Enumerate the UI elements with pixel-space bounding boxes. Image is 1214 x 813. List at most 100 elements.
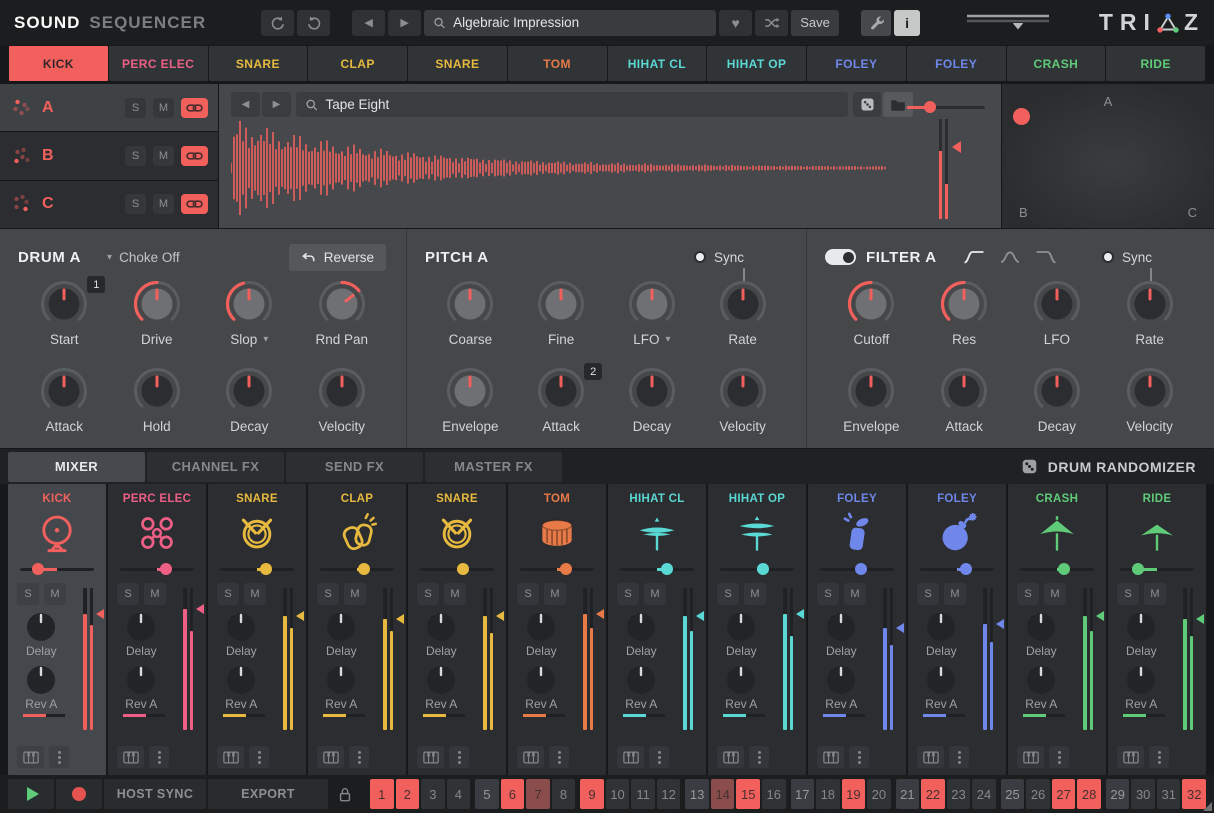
channel-menu-button[interactable]	[749, 746, 769, 768]
preset-search-input[interactable]	[453, 15, 707, 30]
pattern-cell-3[interactable]: 3	[421, 779, 445, 809]
mixer-channel-snare[interactable]: SNARESMDelayRev A	[408, 484, 506, 775]
tab-channel-fx[interactable]: CHANNEL FX	[147, 452, 284, 482]
redo-button[interactable]	[297, 10, 330, 36]
play-button[interactable]	[8, 779, 54, 809]
fx-send-knob[interactable]	[24, 610, 58, 644]
meter-marker-icon[interactable]	[896, 623, 904, 633]
pan-handle[interactable]	[457, 563, 469, 575]
attack-knob[interactable]	[932, 362, 996, 422]
random-sample-button[interactable]	[853, 92, 881, 117]
coarse-knob[interactable]	[438, 275, 502, 335]
channel-mute-button[interactable]: M	[244, 583, 266, 605]
drum-pad-foley[interactable]: FOLEY	[807, 46, 906, 81]
channel-mute-button[interactable]: M	[1044, 583, 1066, 605]
layer-xy-pad[interactable]: A B C	[1001, 84, 1214, 228]
host-sync-button[interactable]: HOST SYNC	[104, 779, 206, 809]
favorite-button[interactable]: ♥	[719, 10, 752, 36]
mixer-channel-kick[interactable]: KICKSMDelayRev A	[8, 484, 106, 775]
pan-slider[interactable]	[420, 563, 494, 575]
layer-link-button[interactable]	[181, 146, 208, 166]
sample-prev-button[interactable]: ◀	[231, 92, 260, 117]
pattern-cell-2[interactable]: 2	[396, 779, 420, 809]
mixer-channel-tom[interactable]: TOMSMDelayRev A	[508, 484, 606, 775]
bandpass-filter-icon[interactable]	[999, 250, 1021, 264]
channel-menu-button[interactable]	[349, 746, 369, 768]
pattern-cell-25[interactable]: 25	[1001, 779, 1025, 809]
fx-send-knob[interactable]	[524, 663, 558, 697]
lowpass-filter-icon[interactable]	[1035, 250, 1057, 264]
pan-slider[interactable]	[620, 563, 694, 575]
tilt-eq-slider[interactable]	[965, 10, 1051, 35]
layer-row-a[interactable]: ASM	[0, 84, 218, 131]
channel-solo-button[interactable]: S	[217, 583, 239, 605]
preset-search[interactable]	[424, 10, 716, 36]
pattern-cell-28[interactable]: 28	[1077, 779, 1101, 809]
fx-send-knob[interactable]	[324, 663, 358, 697]
meter-marker-icon[interactable]	[596, 609, 604, 619]
layer-mute-button[interactable]: M	[153, 98, 174, 118]
sample-search[interactable]	[296, 92, 848, 117]
pan-slider[interactable]	[1020, 563, 1094, 575]
slop-knob[interactable]	[217, 275, 281, 335]
undo-button[interactable]	[261, 10, 294, 36]
channel-solo-button[interactable]: S	[1017, 583, 1039, 605]
mixer-channel-clap[interactable]: CLAPSMDelayRev A	[308, 484, 406, 775]
fx-send-knob[interactable]	[224, 663, 258, 697]
resize-handle[interactable]	[1203, 802, 1212, 811]
fx-send-knob[interactable]	[924, 663, 958, 697]
layer-link-button[interactable]	[181, 194, 208, 214]
keyboard-mapping-button[interactable]	[1117, 746, 1144, 768]
channel-mute-button[interactable]: M	[444, 583, 466, 605]
pan-handle[interactable]	[560, 563, 572, 575]
fx-send-knob[interactable]	[424, 610, 458, 644]
pan-slider[interactable]	[120, 563, 194, 575]
fx-send-knob[interactable]	[124, 663, 158, 697]
channel-mute-button[interactable]: M	[1144, 583, 1166, 605]
meter-marker-icon[interactable]	[796, 609, 804, 619]
info-button[interactable]: i	[894, 10, 920, 36]
pan-handle[interactable]	[855, 563, 867, 575]
pattern-cell-11[interactable]: 11	[631, 779, 655, 809]
pattern-cell-10[interactable]: 10	[606, 779, 630, 809]
pan-handle[interactable]	[160, 563, 172, 575]
fine-knob[interactable]	[529, 275, 593, 335]
export-button[interactable]: EXPORT	[208, 779, 328, 809]
layer-solo-button[interactable]: S	[125, 98, 146, 118]
pattern-cell-6[interactable]: 6	[501, 779, 525, 809]
pan-slider[interactable]	[1120, 563, 1194, 575]
pattern-cell-23[interactable]: 23	[947, 779, 971, 809]
random-preset-button[interactable]	[755, 10, 788, 36]
pan-slider[interactable]	[220, 563, 294, 575]
settings-button[interactable]	[861, 10, 891, 36]
layer-mute-button[interactable]: M	[153, 146, 174, 166]
filter-enable-toggle[interactable]	[825, 249, 856, 265]
drum-pad-snare[interactable]: SNARE	[408, 46, 507, 81]
lfo-knob[interactable]	[1025, 275, 1089, 335]
sample-search-input[interactable]	[325, 97, 839, 112]
highpass-filter-icon[interactable]	[963, 250, 985, 264]
channel-mute-button[interactable]: M	[44, 583, 66, 605]
pattern-cell-29[interactable]: 29	[1106, 779, 1130, 809]
pattern-cell-17[interactable]: 17	[791, 779, 815, 809]
fx-send-knob[interactable]	[124, 610, 158, 644]
meter-marker-icon[interactable]	[396, 614, 404, 624]
preset-next-button[interactable]: ▶	[388, 10, 421, 36]
channel-solo-button[interactable]: S	[117, 583, 139, 605]
drum-pad-tom[interactable]: TOM	[508, 46, 607, 81]
fx-send-knob[interactable]	[824, 663, 858, 697]
xy-cursor[interactable]	[1013, 108, 1030, 125]
channel-mute-button[interactable]: M	[644, 583, 666, 605]
channel-menu-button[interactable]	[449, 746, 469, 768]
chevron-down-icon[interactable]: ▾	[665, 334, 670, 345]
pattern-cell-1[interactable]: 1	[370, 779, 394, 809]
mixer-channel-hihat-cl[interactable]: HIHAT CLSMDelayRev A	[608, 484, 706, 775]
velocity-knob[interactable]	[711, 362, 775, 422]
cutoff-knob[interactable]	[839, 275, 903, 335]
pan-handle[interactable]	[358, 563, 370, 575]
channel-mute-button[interactable]: M	[744, 583, 766, 605]
pan-handle[interactable]	[757, 563, 769, 575]
lock-button[interactable]	[330, 779, 360, 809]
mixer-channel-foley[interactable]: FOLEYSMDelayRev A	[808, 484, 906, 775]
envelope-knob[interactable]	[839, 362, 903, 422]
